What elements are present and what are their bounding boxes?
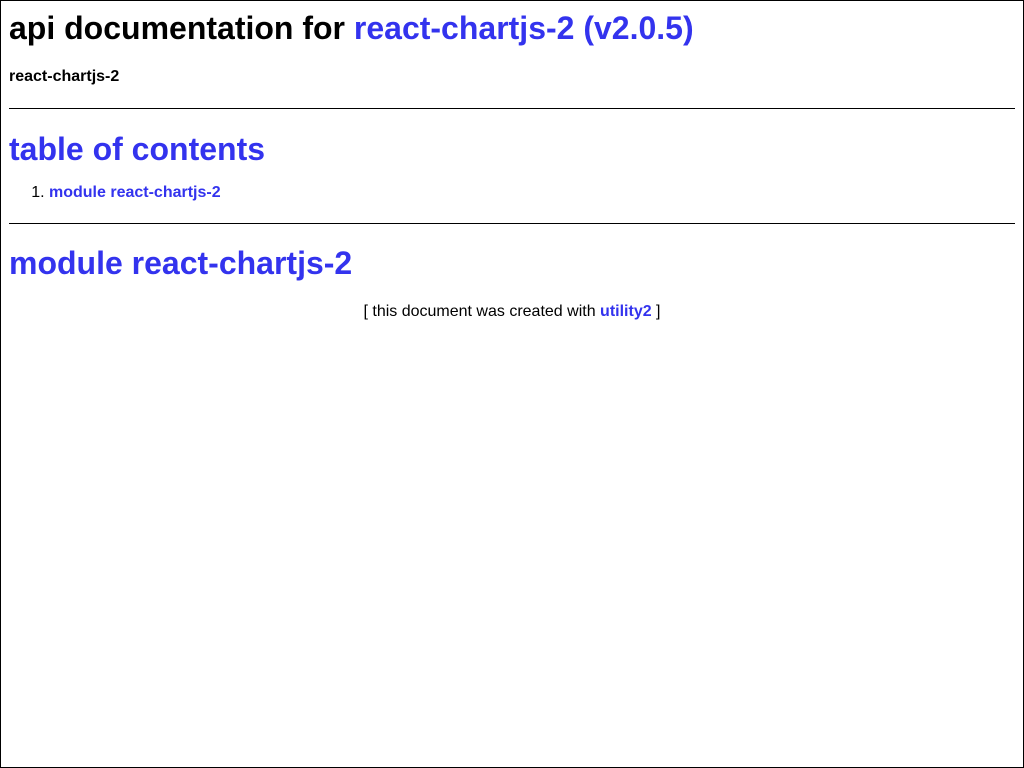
- footer-prefix: [ this document was created with: [363, 303, 601, 320]
- toc-link-module[interactable]: module react-chartjs-2: [49, 184, 221, 201]
- page-title-prefix: api documentation for: [9, 10, 354, 46]
- utility2-link[interactable]: utility2: [600, 303, 652, 320]
- documentation-page: api documentation for react-chartjs-2 (v…: [1, 9, 1023, 322]
- divider: [9, 223, 1015, 224]
- package-link[interactable]: react-chartjs-2 (v2.0.5): [354, 10, 694, 46]
- package-subtitle: react-chartjs-2: [9, 68, 120, 85]
- module-heading: module react-chartjs-2: [9, 245, 353, 281]
- page-title: api documentation for react-chartjs-2 (v…: [9, 9, 1015, 47]
- divider: [9, 108, 1015, 109]
- toc-item: module react-chartjs-2: [49, 183, 1015, 203]
- toc-list: module react-chartjs-2: [9, 183, 1015, 203]
- footer-suffix: ]: [651, 303, 661, 320]
- toc-heading: table of contents: [9, 131, 266, 167]
- footer: [ this document was created with utility…: [9, 302, 1015, 322]
